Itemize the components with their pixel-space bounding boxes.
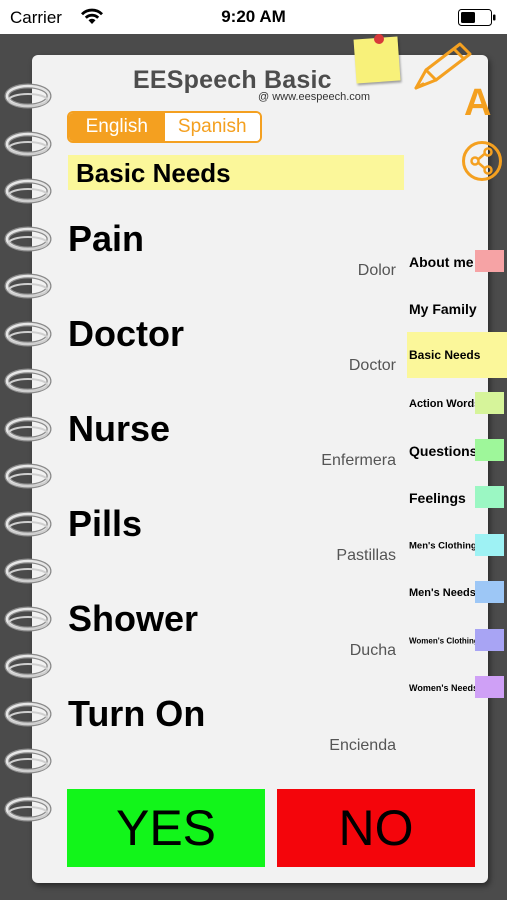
tab-womens-needs[interactable]: Women's Needs: [407, 676, 507, 700]
tab-action-words[interactable]: Action Words: [407, 392, 507, 416]
phrase-spanish: Pastillas: [336, 547, 396, 564]
language-tab-english[interactable]: English: [69, 113, 165, 141]
ring-icon: [4, 463, 52, 489]
phrase-item[interactable]: Pills Pastillas: [68, 503, 398, 595]
phrase-spanish: Enfermera: [321, 452, 396, 469]
tab-feelings[interactable]: Feelings: [407, 486, 507, 510]
tab-label: Men's Needs: [409, 587, 476, 599]
tab-color-swatch: [475, 392, 504, 414]
phrase-item[interactable]: Nurse Enfermera: [68, 408, 398, 500]
phrase-english: Pills: [68, 503, 143, 544]
ring-icon: [4, 416, 52, 441]
phrase-spanish: Doctor: [348, 357, 396, 374]
share-icon[interactable]: [461, 140, 503, 182]
ring-icon: [4, 178, 52, 204]
pin-icon: [374, 34, 384, 44]
status-time: 9:20 AM: [221, 7, 286, 26]
ring-icon: [4, 368, 52, 394]
battery-icon: [458, 9, 496, 26]
tab-color-swatch: [475, 250, 504, 272]
ring-icon: [4, 131, 52, 156]
tab-color-swatch: [475, 676, 504, 698]
spiral-binding: [4, 82, 52, 842]
ring-icon: [4, 226, 52, 251]
ring-icon: [4, 558, 52, 584]
phrase-spanish: Encienda: [329, 737, 396, 754]
tab-label: Action Words: [409, 398, 481, 410]
tab-color-swatch: [475, 486, 504, 508]
phrase-english: Doctor: [68, 313, 184, 354]
tab-label: Feelings: [409, 490, 466, 506]
tab-basic-needs[interactable]: Basic Needs: [407, 332, 507, 378]
tab-color-swatch: [475, 439, 504, 461]
no-button[interactable]: NO: [277, 789, 475, 867]
tab-womens-clothing[interactable]: Women's Clothing: [407, 629, 507, 653]
tab-questions[interactable]: Questions: [407, 439, 507, 463]
tab-label: Women's Clothing: [409, 636, 479, 646]
phrase-item[interactable]: Doctor Doctor: [68, 313, 398, 405]
language-selector: English Spanish: [67, 111, 262, 143]
tab-about-me[interactable]: About me: [407, 250, 507, 274]
ring-icon: [4, 321, 52, 346]
tab-label: About me: [409, 254, 474, 270]
phrase-english: Pain: [68, 218, 145, 259]
tab-color-swatch: [475, 534, 504, 556]
phrase-item[interactable]: Turn On Encienda: [68, 693, 398, 785]
tab-my-family[interactable]: My Family: [407, 297, 507, 321]
tab-mens-needs[interactable]: Men's Needs: [407, 581, 507, 605]
category-title: Basic Needs: [68, 155, 404, 190]
ring-icon: [4, 748, 52, 774]
tab-color-swatch: [475, 581, 504, 603]
tab-label: Basic Needs: [409, 348, 481, 362]
phrase-spanish: Ducha: [349, 642, 396, 659]
ring-icon: [4, 796, 52, 821]
phrase-item[interactable]: Pain Dolor: [68, 218, 398, 310]
phrase-spanish: Dolor: [357, 262, 396, 279]
app-url: @ www.eespeech.com: [258, 91, 371, 103]
tab-label: My Family: [409, 301, 477, 317]
phrase-item[interactable]: Shower Ducha: [68, 598, 398, 690]
ring-icon: [4, 653, 52, 679]
ring-icon: [4, 83, 52, 109]
tab-label: Men's Clothing: [409, 540, 477, 552]
ring-icon: [4, 273, 52, 299]
ring-icon: [4, 701, 52, 726]
language-tab-spanish[interactable]: Spanish: [164, 113, 260, 141]
phrase-english: Turn On: [68, 693, 206, 734]
yes-button[interactable]: YES: [67, 789, 265, 867]
ring-icon: [4, 511, 52, 536]
font-size-button[interactable]: A: [464, 82, 491, 125]
tab-label: Women's Needs: [409, 683, 478, 693]
phrase-english: Nurse: [68, 408, 171, 449]
tab-color-swatch: [475, 629, 504, 651]
phrase-english: Shower: [68, 598, 199, 639]
status-bar: Carrier 9:20 AM: [0, 0, 507, 34]
tab-label: Questions: [409, 443, 478, 459]
tab-mens-clothing[interactable]: Men's Clothing: [407, 534, 507, 558]
ring-icon: [4, 606, 52, 631]
